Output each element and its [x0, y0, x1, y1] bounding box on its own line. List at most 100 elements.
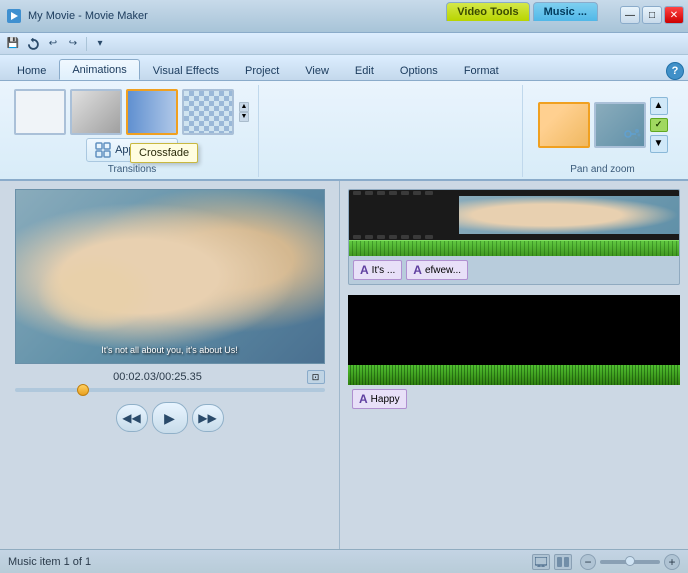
music-waveform: [348, 365, 680, 385]
audio-waveform-bar: [349, 240, 679, 256]
tab-project[interactable]: Project: [232, 60, 292, 80]
qa-save-button[interactable]: 💾: [4, 35, 22, 53]
spray-icon: [622, 124, 642, 144]
pan-zoom-check[interactable]: ✓: [650, 118, 668, 132]
music-tools-tab[interactable]: Music ...: [533, 2, 598, 21]
tab-options[interactable]: Options: [387, 60, 451, 80]
text-clip-icon: A: [360, 263, 369, 277]
tab-view[interactable]: View: [292, 60, 342, 80]
tab-animations[interactable]: Animations: [59, 59, 139, 80]
pan-zoom-label: Pan and zoom: [570, 164, 635, 175]
tab-home[interactable]: Home: [4, 60, 59, 80]
film-strip: [349, 190, 679, 240]
film-hole: [413, 235, 421, 239]
film-hole: [353, 191, 361, 195]
text-clip-efwew-label: efwew...: [425, 265, 461, 276]
play-button[interactable]: ▶: [152, 402, 188, 434]
apply-all-button[interactable]: Apply to all: [86, 138, 178, 162]
status-icon-monitor[interactable]: [532, 554, 550, 570]
video-preview: It's not all about you, it's about Us!: [15, 189, 325, 364]
black-clip[interactable]: [348, 295, 680, 365]
transition-gray[interactable]: [70, 89, 122, 135]
ribbon-content: ▲ ▼ Apply to all Transitions: [0, 81, 688, 181]
pan-zoom-scroll-up[interactable]: ▲: [650, 97, 668, 115]
time-display: 00:02.03/00:25.35 ⊡: [15, 370, 325, 384]
pan-zoom-thumb2[interactable]: [594, 102, 646, 148]
ribbon-spacer: [259, 85, 522, 177]
apply-all-icon: [95, 142, 111, 158]
transitions-label: Transitions: [108, 164, 157, 175]
tab-edit[interactable]: Edit: [342, 60, 387, 80]
status-icon-split[interactable]: [554, 554, 572, 570]
film-hole: [401, 191, 409, 195]
film-hole: [377, 191, 385, 195]
preview-panel: It's not all about you, it's about Us! 0…: [0, 181, 340, 549]
qa-dropdown-button[interactable]: ▾: [91, 35, 109, 53]
seek-thumb[interactable]: [77, 384, 89, 396]
film-frame: [459, 196, 679, 234]
qa-undo-button[interactable]: ↩: [44, 35, 62, 53]
film-hole: [365, 235, 373, 239]
happy-clip-container: A Happy: [348, 385, 680, 413]
ribbon-tabs: Home Animations Visual Effects Project V…: [0, 55, 688, 81]
text-clip-its-label: It's ...: [372, 265, 396, 276]
video-track: A It's ... A efwew...: [348, 189, 680, 285]
qa-divider: [86, 37, 87, 51]
scroll-down-button[interactable]: ▼: [239, 112, 249, 122]
zoom-out-button[interactable]: −: [580, 554, 596, 570]
qa-redo-button[interactable]: ↪: [64, 35, 82, 53]
transition-crossfade[interactable]: [126, 89, 178, 135]
text-clip-icon2: A: [413, 263, 422, 277]
happy-clip-icon: A: [359, 392, 368, 406]
monitor-icon: [535, 557, 547, 567]
pan-zoom-controls: ▲ ✓ ▼: [650, 97, 668, 153]
preview-caption: It's not all about you, it's about Us!: [101, 345, 238, 355]
pan-zoom-scroll-down[interactable]: ▼: [650, 135, 668, 153]
happy-text-clip[interactable]: A Happy: [352, 389, 407, 409]
expand-preview-button[interactable]: ⊡: [307, 370, 325, 384]
pan-zoom-thumb1[interactable]: [538, 102, 590, 148]
film-baby-image: [459, 196, 679, 234]
transition-items: ▲ ▼: [14, 87, 250, 136]
transitions-scrollbar: ▲ ▼: [238, 100, 250, 124]
film-hole: [425, 235, 433, 239]
text-clip-efwew[interactable]: A efwew...: [406, 260, 468, 280]
film-hole: [389, 191, 397, 195]
pan-zoom-group: ▲ ✓ ▼ Pan and zoom: [522, 85, 682, 177]
hands-overlay: [36, 253, 156, 333]
status-bar: Music item 1 of 1 − +: [0, 549, 688, 573]
transitions-group: ▲ ▼ Apply to all Transitions: [6, 85, 259, 177]
timeline-panel: A It's ... A efwew... A Happy: [340, 181, 688, 549]
film-hole: [365, 191, 373, 195]
minimize-button[interactable]: —: [620, 6, 640, 24]
seek-bar[interactable]: [15, 388, 325, 392]
next-frame-button[interactable]: ▶▶: [192, 404, 224, 432]
title-bar: My Movie - Movie Maker Video Tools Music…: [0, 0, 688, 33]
happy-clip-label: Happy: [371, 394, 400, 405]
app-icon: [6, 8, 22, 24]
tab-format[interactable]: Format: [451, 60, 512, 80]
transition-blank[interactable]: [14, 89, 66, 135]
zoom-track[interactable]: [600, 560, 660, 564]
film-hole: [413, 191, 421, 195]
zoom-in-button[interactable]: +: [664, 554, 680, 570]
playback-controls: ◀◀ ▶ ▶▶: [116, 402, 224, 434]
transition-checker[interactable]: [182, 89, 234, 135]
film-hole: [353, 235, 361, 239]
film-hole: [425, 191, 433, 195]
text-clip-its[interactable]: A It's ...: [353, 260, 402, 280]
qa-refresh-button[interactable]: [24, 35, 42, 53]
window-controls: — □ ✕: [620, 6, 684, 24]
close-button[interactable]: ✕: [664, 6, 684, 24]
help-button[interactable]: ?: [666, 62, 684, 80]
scroll-up-button[interactable]: ▲: [239, 102, 249, 112]
status-icons: [532, 554, 572, 570]
film-hole: [389, 235, 397, 239]
seek-track[interactable]: [15, 388, 325, 392]
pan-zoom-items: ▲ ✓ ▼: [538, 87, 668, 162]
video-tools-tab[interactable]: Video Tools: [446, 2, 529, 21]
maximize-button[interactable]: □: [642, 6, 662, 24]
tab-visual-effects[interactable]: Visual Effects: [140, 60, 232, 80]
prev-frame-button[interactable]: ◀◀: [116, 404, 148, 432]
zoom-thumb[interactable]: [625, 556, 635, 566]
